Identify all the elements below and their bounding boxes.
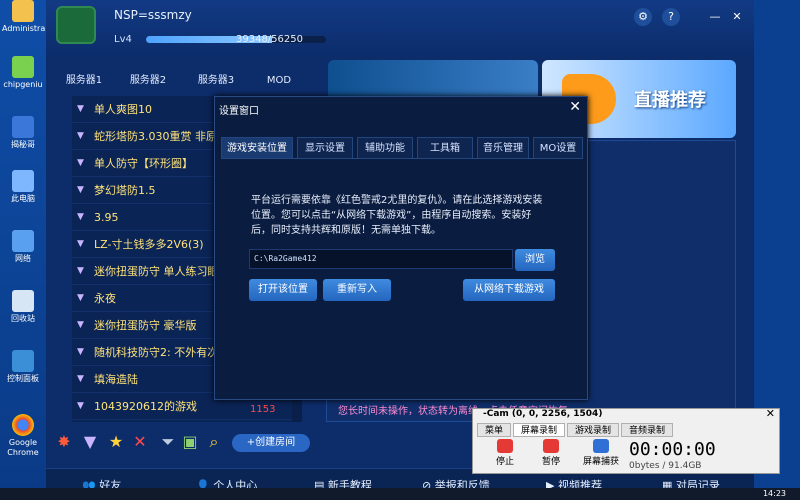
capture-button[interactable]: 屏幕捕获 bbox=[581, 439, 621, 467]
minimize-button[interactable]: — bbox=[706, 8, 724, 26]
block-icon[interactable]: ✕ bbox=[130, 432, 150, 452]
image-icon[interactable]: ▣ bbox=[180, 432, 200, 452]
user-folder-icon bbox=[12, 0, 34, 22]
level-label: Lv4 bbox=[114, 34, 132, 45]
tab-screen-record[interactable]: 屏幕录制 bbox=[513, 423, 565, 437]
desktop-icon-chipgenius[interactable]: chipgeniu bbox=[2, 56, 44, 90]
tab-menu[interactable]: 菜单 bbox=[477, 423, 511, 437]
tab-install-location[interactable]: 游戏安装位置 bbox=[221, 137, 293, 159]
browse-button[interactable]: 浏览 bbox=[515, 249, 555, 271]
tab-mo-settings[interactable]: MO设置 bbox=[533, 137, 583, 159]
computer-icon bbox=[12, 170, 34, 192]
recorder-title: -Cam (0, 0, 2256, 1504) bbox=[483, 409, 603, 419]
pause-button[interactable]: 暂停 bbox=[537, 439, 565, 467]
desktop-icon-control-panel[interactable]: 控制面板 bbox=[2, 350, 44, 384]
control-panel-icon bbox=[12, 350, 34, 372]
install-instructions: 平台运行需要依靠《红色警戒2尤里的复仇》。请在此选择游戏安装位置。您可以点击“从… bbox=[251, 195, 543, 236]
download-game-button[interactable]: 从网络下载游戏 bbox=[463, 279, 555, 301]
monitor-icon bbox=[593, 439, 609, 453]
tab-music[interactable]: 音乐管理 bbox=[477, 137, 529, 159]
taskbar: 14:23 bbox=[0, 488, 800, 500]
desktop-icon-recycle-bin[interactable]: 回收站 bbox=[2, 290, 44, 324]
pause-icon bbox=[543, 439, 559, 453]
stop-icon bbox=[497, 439, 513, 453]
stop-button[interactable]: 停止 bbox=[491, 439, 519, 467]
tank-avatar-icon[interactable] bbox=[56, 6, 96, 44]
server-tabs: 服务器1 服务器2 服务器3 MOD bbox=[46, 70, 318, 92]
desktop-icons: Administra chipgeniu 揭秘哥 此电脑 网络 回收站 控制面板… bbox=[0, 0, 46, 500]
network-icon bbox=[12, 230, 34, 252]
desktop-icon-this-pc[interactable]: 此电脑 bbox=[2, 170, 44, 204]
help-icon: ? bbox=[668, 10, 674, 23]
desktop-icon-network[interactable]: 网络 bbox=[2, 230, 44, 264]
desktop-icon-administrator[interactable]: Administra bbox=[2, 0, 45, 34]
open-location-button[interactable]: 打开该位置 bbox=[249, 279, 317, 301]
settings-dialog: 设置窗口 ✕ 游戏安装位置 显示设置 辅助功能 工具箱 音乐管理 MO设置 平台… bbox=[214, 96, 588, 400]
tab-toolbox[interactable]: 工具箱 bbox=[417, 137, 473, 159]
help-button[interactable]: ? bbox=[662, 8, 680, 26]
taskbar-clock: 14:23 bbox=[762, 489, 786, 498]
xp-text: 39348/56250 bbox=[236, 34, 303, 45]
rewrite-button[interactable]: 重新写入 bbox=[323, 279, 391, 301]
desktop-icon-app[interactable]: 揭秘哥 bbox=[2, 116, 44, 150]
server-count: 1153 bbox=[250, 404, 276, 415]
dialog-close-button[interactable]: ✕ bbox=[569, 99, 581, 115]
chrome-icon bbox=[12, 414, 34, 436]
tab-server-2[interactable]: 服务器2 bbox=[118, 70, 178, 92]
record-timer: 00:00:00 bbox=[629, 439, 716, 460]
gear-icon: ⚙ bbox=[638, 10, 648, 23]
nickname: NSP=sssmzy bbox=[114, 8, 192, 22]
screen-recorder-window: -Cam (0, 0, 2256, 1504) ✕ 菜单 屏幕录制 游戏录制 音… bbox=[472, 407, 780, 474]
dialog-title: 设置窗口 bbox=[219, 106, 259, 117]
tab-audio-record[interactable]: 音频录制 bbox=[621, 423, 673, 437]
desktop-icon-chrome[interactable]: Google Chrome bbox=[2, 414, 44, 458]
tab-mod[interactable]: MOD bbox=[254, 70, 304, 92]
tab-server-1[interactable]: 服务器1 bbox=[54, 70, 114, 92]
install-path-field[interactable]: C:\Ra2Game412 bbox=[249, 249, 513, 269]
search-icon[interactable]: ⌕ bbox=[204, 432, 224, 452]
recycle-bin-icon bbox=[12, 290, 34, 312]
recorder-tabs: 菜单 屏幕录制 游戏录制 音频录制 bbox=[477, 423, 777, 437]
tab-assist[interactable]: 辅助功能 bbox=[357, 137, 413, 159]
recorder-close-button[interactable]: ✕ bbox=[766, 407, 775, 420]
tab-game-record[interactable]: 游戏录制 bbox=[567, 423, 619, 437]
app-icon bbox=[12, 116, 34, 138]
tab-display[interactable]: 显示设置 bbox=[297, 137, 353, 159]
close-button[interactable]: ✕ bbox=[728, 8, 746, 26]
filter-icon[interactable]: ⏷ bbox=[158, 432, 178, 452]
chip-icon bbox=[12, 56, 34, 78]
settings-button[interactable]: ⚙ bbox=[634, 8, 652, 26]
dialog-tabs: 游戏安装位置 显示设置 辅助功能 工具箱 音乐管理 MO设置 bbox=[221, 137, 583, 159]
create-room-button[interactable]: +创建房间 bbox=[232, 434, 310, 452]
star-icon[interactable]: ★ bbox=[106, 432, 126, 452]
faction-icon[interactable]: ▼ bbox=[80, 432, 100, 452]
header: NSP=sssmzy Lv4 39348/56250 ⚙ ? — ✕ bbox=[46, 0, 754, 58]
record-size: 0bytes / 91.4GB bbox=[629, 461, 702, 471]
live-recommend-text: 直播推荐 bbox=[634, 90, 706, 111]
tab-server-3[interactable]: 服务器3 bbox=[186, 70, 246, 92]
star-badge-icon[interactable]: ✸ bbox=[54, 432, 74, 452]
